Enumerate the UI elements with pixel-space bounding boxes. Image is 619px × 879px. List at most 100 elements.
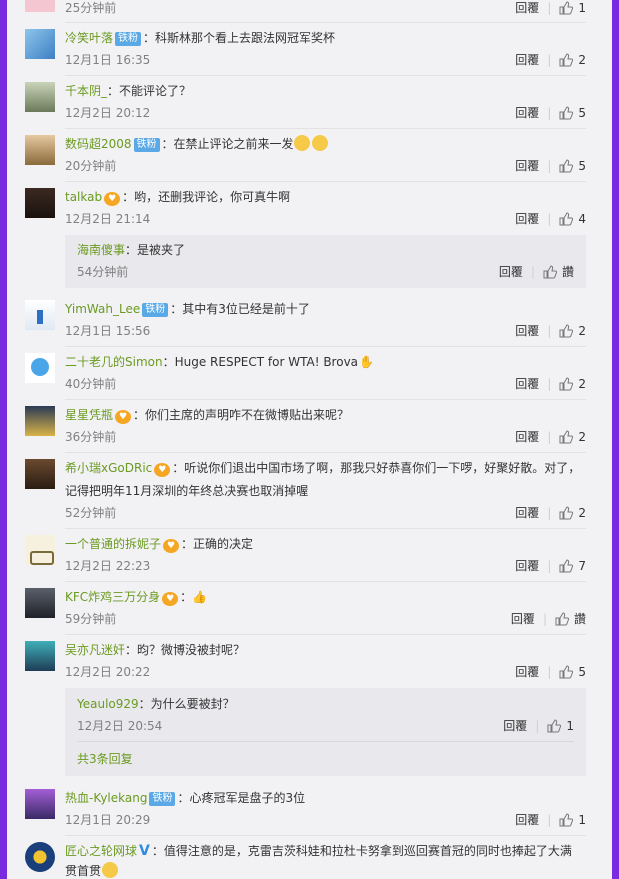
username-link[interactable]: 热血-Kylekang	[65, 791, 147, 805]
like-button[interactable]: 7	[559, 559, 586, 573]
comment-body: 热血-Kylekang 铁粉 ：心疼冠军是盘子的3位	[65, 789, 594, 807]
username-link[interactable]: 数码超2008	[65, 137, 132, 151]
like-button[interactable]: 2	[559, 506, 586, 520]
comment-text: ：哟，还删我评论，你可真牛啊	[122, 190, 291, 204]
username-link[interactable]: 千本阴_	[65, 84, 107, 98]
divider	[65, 835, 586, 836]
username-link[interactable]: 一个普通的拆妮子	[65, 537, 161, 551]
comment-time: 25分钟前	[65, 1, 117, 15]
vip-icon: ♥	[162, 592, 179, 606]
reply-button[interactable]: 回覆	[515, 430, 539, 444]
avatar[interactable]	[25, 789, 55, 819]
comment-time: 12月2日 21:14	[65, 212, 151, 226]
comment-text-line2: 记得把明年11月深圳的年终总决赛也取消掉喔	[65, 484, 309, 498]
reply-button[interactable]: 回覆	[499, 265, 523, 279]
thumbs-up-icon	[547, 719, 562, 733]
thumbs-up-icon	[559, 430, 574, 444]
reply-button[interactable]: 回覆	[511, 612, 535, 626]
fan-badge: 铁粉	[115, 32, 142, 46]
comment-body: 二十老几的Simon：Huge RESPECT for WTA! Brova✋	[65, 353, 594, 371]
comment-actions: 回覆 | 1	[515, 1, 586, 15]
avatar[interactable]	[25, 300, 55, 330]
more-replies-link[interactable]: 共3条回复	[77, 750, 133, 767]
fan-badge: 铁粉	[149, 792, 176, 806]
like-button[interactable]: 讚	[543, 265, 574, 279]
comment-time: 59分钟前	[65, 612, 117, 626]
comment-actions: 回覆 | 5	[515, 159, 586, 173]
avatar[interactable]	[25, 842, 55, 872]
like-button[interactable]: 5	[559, 159, 586, 173]
comment-time: 40分钟前	[65, 377, 117, 391]
reply-box: Yeaulo929：为什么要被封？ 12月2日 20:54 回覆 | 1 共3条回复	[65, 688, 586, 776]
like-button[interactable]: 1	[559, 813, 586, 827]
avatar[interactable]	[25, 82, 55, 112]
like-button[interactable]: 2	[559, 324, 586, 338]
username-link[interactable]: 吴亦凡迷奸	[65, 643, 125, 657]
divider	[65, 346, 586, 347]
comment-actions: 回覆 | 2	[515, 324, 586, 338]
username-link[interactable]: KFC炸鸡三万分身	[65, 590, 160, 604]
divider	[77, 741, 574, 742]
comment-text: ：在禁止评论之前来一发	[161, 137, 294, 151]
divider	[65, 399, 586, 400]
avatar[interactable]	[25, 29, 55, 59]
avatar[interactable]	[25, 459, 55, 489]
like-count: 1	[578, 1, 586, 15]
comment-actions: 回覆 | 2	[515, 53, 586, 67]
username-link[interactable]: 二十老几的Simon	[65, 355, 163, 369]
username-link[interactable]: talkab	[65, 190, 102, 204]
comment-text: ：正确的决定	[181, 537, 254, 551]
reply-button[interactable]: 回覆	[515, 559, 539, 573]
reply-button[interactable]: 回覆	[503, 719, 527, 733]
reply-button[interactable]: 回覆	[515, 53, 539, 67]
like-count: 7	[578, 559, 586, 573]
avatar[interactable]	[25, 406, 55, 436]
comment-text: ：Huge RESPECT for WTA! Brova	[162, 355, 359, 369]
reply-button[interactable]: 回覆	[515, 159, 539, 173]
reply-button[interactable]: 回覆	[515, 1, 539, 15]
username-link[interactable]: Yeaulo929	[77, 697, 139, 711]
avatar[interactable]	[25, 188, 55, 218]
reply-button[interactable]: 回覆	[515, 813, 539, 827]
reply-button[interactable]: 回覆	[515, 665, 539, 679]
like-button[interactable]: 讚	[555, 612, 586, 626]
like-count: 1	[566, 719, 574, 733]
reply-box: 海南傻事：是被夹了 54分钟前 回覆 | 讚	[65, 235, 586, 288]
like-button[interactable]: 4	[559, 212, 586, 226]
divider	[65, 75, 586, 76]
avatar[interactable]	[25, 641, 55, 671]
comment-actions: 回覆 | 2	[515, 377, 586, 391]
like-button[interactable]: 1	[547, 719, 574, 733]
like-button[interactable]: 5	[559, 665, 586, 679]
like-button[interactable]: 2	[559, 430, 586, 444]
avatar[interactable]	[25, 353, 55, 383]
avatar[interactable]	[25, 135, 55, 165]
like-button[interactable]: 2	[559, 53, 586, 67]
thumbs-up-icon	[559, 1, 574, 15]
comment-list: 25分钟前 回覆 | 1 冷笑叶落 铁粉 ：科斯林那个看上去跟法网冠军奖杯 12月1日 …	[7, 0, 612, 879]
username-link[interactable]: 冷笑叶落	[65, 31, 113, 45]
username-link[interactable]: YimWah_Lee	[65, 302, 140, 316]
reply-body: Yeaulo929：为什么要被封？	[77, 695, 568, 713]
reply-button[interactable]: 回覆	[515, 324, 539, 338]
comment-body: 匠心之轮网球 V ：值得注意的是，克雷吉茨科娃和拉杜卡努拿到巡回赛首冠的同时也捧起了…	[65, 842, 594, 860]
reply-button[interactable]: 回覆	[515, 106, 539, 120]
username-link[interactable]: 海南傻事	[77, 243, 125, 257]
like-button[interactable]: 5	[559, 106, 586, 120]
username-link[interactable]: 星星凭瓶	[65, 408, 113, 422]
like-button[interactable]: 1	[559, 1, 586, 15]
vip-icon: ♥	[154, 463, 171, 477]
reply-button[interactable]: 回覆	[515, 377, 539, 391]
username-link[interactable]: 希小瑞xGoDRic	[65, 461, 152, 475]
avatar[interactable]	[25, 0, 55, 12]
reply-button[interactable]: 回覆	[515, 506, 539, 520]
username-link[interactable]: 匠心之轮网球	[65, 844, 137, 858]
like-label: 讚	[561, 265, 574, 279]
like-button[interactable]: 2	[559, 377, 586, 391]
comment-body: talkab ♥ ：哟，还删我评论，你可真牛啊	[65, 188, 594, 206]
avatar[interactable]	[25, 588, 55, 618]
thumbs-up-icon	[559, 377, 574, 391]
divider	[65, 581, 586, 582]
reply-button[interactable]: 回覆	[515, 212, 539, 226]
avatar[interactable]	[25, 535, 55, 565]
